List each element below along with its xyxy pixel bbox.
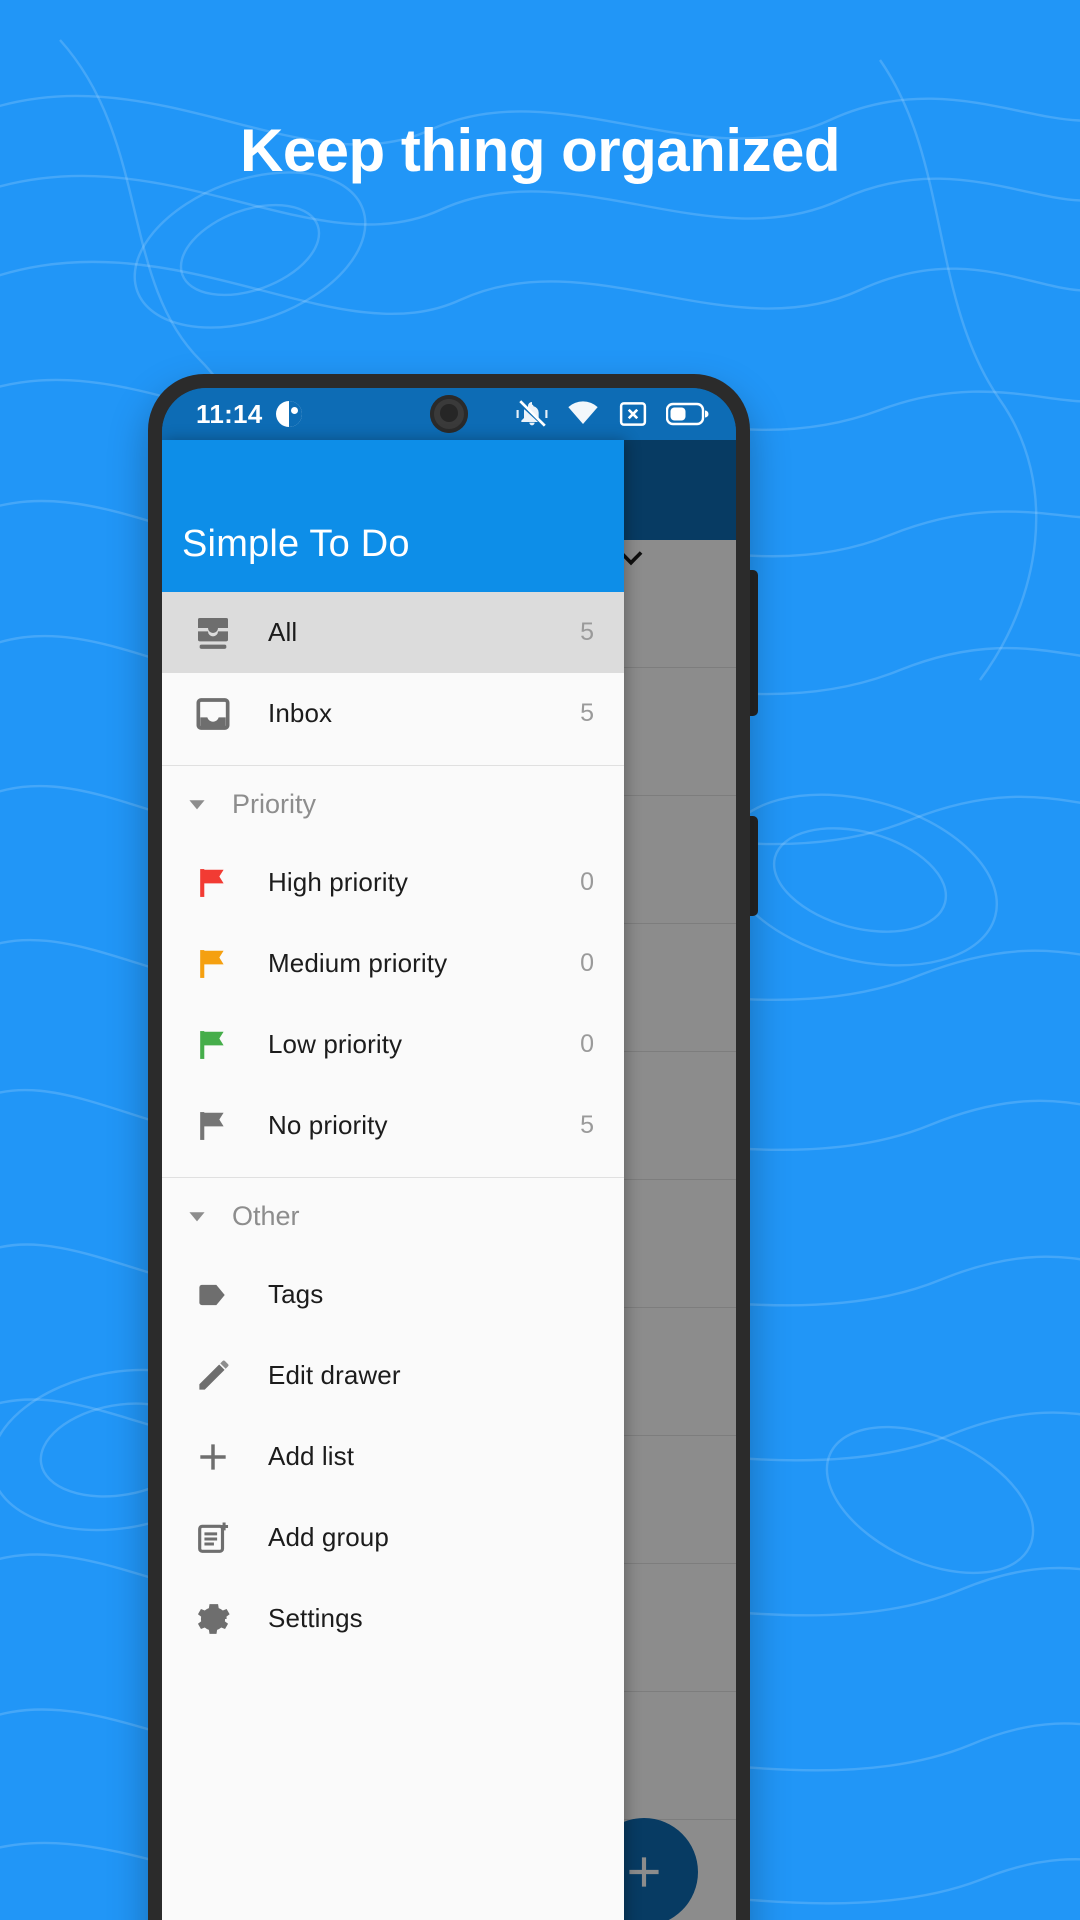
all-inboxes-icon xyxy=(190,610,236,656)
wifi-icon xyxy=(568,401,598,425)
status-bar-right xyxy=(516,398,710,430)
flag-icon xyxy=(190,1103,236,1149)
drawer-section-other[interactable]: Other xyxy=(162,1178,624,1254)
tag-icon xyxy=(190,1272,236,1318)
drawer-header: Simple To Do xyxy=(162,440,624,592)
drawer-item-count: 0 xyxy=(580,868,594,896)
caret-down-icon xyxy=(189,800,205,810)
status-bar-left: 11:14 xyxy=(196,399,302,430)
drawer-item-settings[interactable]: Settings xyxy=(162,1578,624,1659)
drawer-section-label: Priority xyxy=(232,788,317,819)
vibrate-off-icon xyxy=(516,400,548,427)
app-title: Simple To Do xyxy=(182,523,410,565)
drawer-item-count: 5 xyxy=(580,1111,594,1139)
drawer-item-no-priority[interactable]: No priority 5 xyxy=(162,1085,624,1166)
plus-icon xyxy=(190,1434,236,1480)
drawer-item-label: Inbox xyxy=(268,698,333,728)
drawer-item-tags[interactable]: Tags xyxy=(162,1254,624,1335)
note-add-icon xyxy=(190,1515,236,1561)
drawer-item-count: 0 xyxy=(580,949,594,977)
status-bar: 11:14 xyxy=(162,388,736,440)
flag-icon xyxy=(190,941,236,987)
drawer-item-label: Tags xyxy=(268,1279,324,1309)
drawer-items: All 5 Inbox 5 Priority High priority 0 M… xyxy=(162,592,624,1659)
drawer-item-all[interactable]: All 5 xyxy=(162,592,624,673)
drawer-item-label: Settings xyxy=(268,1603,363,1633)
drawer-item-label: All xyxy=(268,617,298,647)
flag-icon xyxy=(190,1022,236,1068)
inbox-icon xyxy=(190,691,236,737)
promo-page: Keep thing organized 11:14 Simple To Do … xyxy=(0,0,1080,1920)
drawer-item-high-priority[interactable]: High priority 0 xyxy=(162,842,624,923)
drawer-item-add-list[interactable]: Add list xyxy=(162,1416,624,1497)
drawer-section-priority[interactable]: Priority xyxy=(162,766,624,842)
drawer-item-medium-priority[interactable]: Medium priority 0 xyxy=(162,923,624,1004)
drawer-item-label: High priority xyxy=(268,867,409,897)
phone-screen: 11:14 Simple To Do All 5 Inbox 5 Priorit… xyxy=(162,388,736,1920)
drawer-item-count: 0 xyxy=(580,1030,594,1058)
drawer-item-add-group[interactable]: Add group xyxy=(162,1497,624,1578)
no-sim-icon xyxy=(619,402,647,426)
drawer-item-label: Medium priority xyxy=(268,948,448,978)
do-not-disturb-icon xyxy=(275,401,302,427)
drawer-section-label: Other xyxy=(232,1200,300,1231)
drawer-item-inbox[interactable]: Inbox 5 xyxy=(162,673,624,754)
caret-down-icon xyxy=(189,1212,205,1222)
drawer-item-label: No priority xyxy=(268,1110,388,1140)
drawer-item-low-priority[interactable]: Low priority 0 xyxy=(162,1004,624,1085)
navigation-drawer: Simple To Do All 5 Inbox 5 Priority High… xyxy=(162,440,624,1920)
pencil-icon xyxy=(190,1353,236,1399)
battery-icon xyxy=(666,402,709,426)
status-clock: 11:14 xyxy=(196,398,263,429)
drawer-item-count: 5 xyxy=(580,618,594,646)
drawer-item-label: Edit drawer xyxy=(268,1360,401,1390)
drawer-item-label: Low priority xyxy=(268,1029,403,1059)
drawer-item-edit-drawer[interactable]: Edit drawer xyxy=(162,1335,624,1416)
drawer-item-count: 5 xyxy=(580,699,594,727)
gear-icon xyxy=(190,1596,236,1642)
drawer-item-label: Add group xyxy=(268,1522,389,1552)
drawer-item-label: Add list xyxy=(268,1441,355,1471)
phone-mockup: 11:14 Simple To Do All 5 Inbox 5 Priorit… xyxy=(148,374,750,1920)
front-camera-punch-hole xyxy=(430,395,468,433)
flag-icon xyxy=(190,860,236,906)
promo-headline: Keep thing organized xyxy=(239,117,841,184)
